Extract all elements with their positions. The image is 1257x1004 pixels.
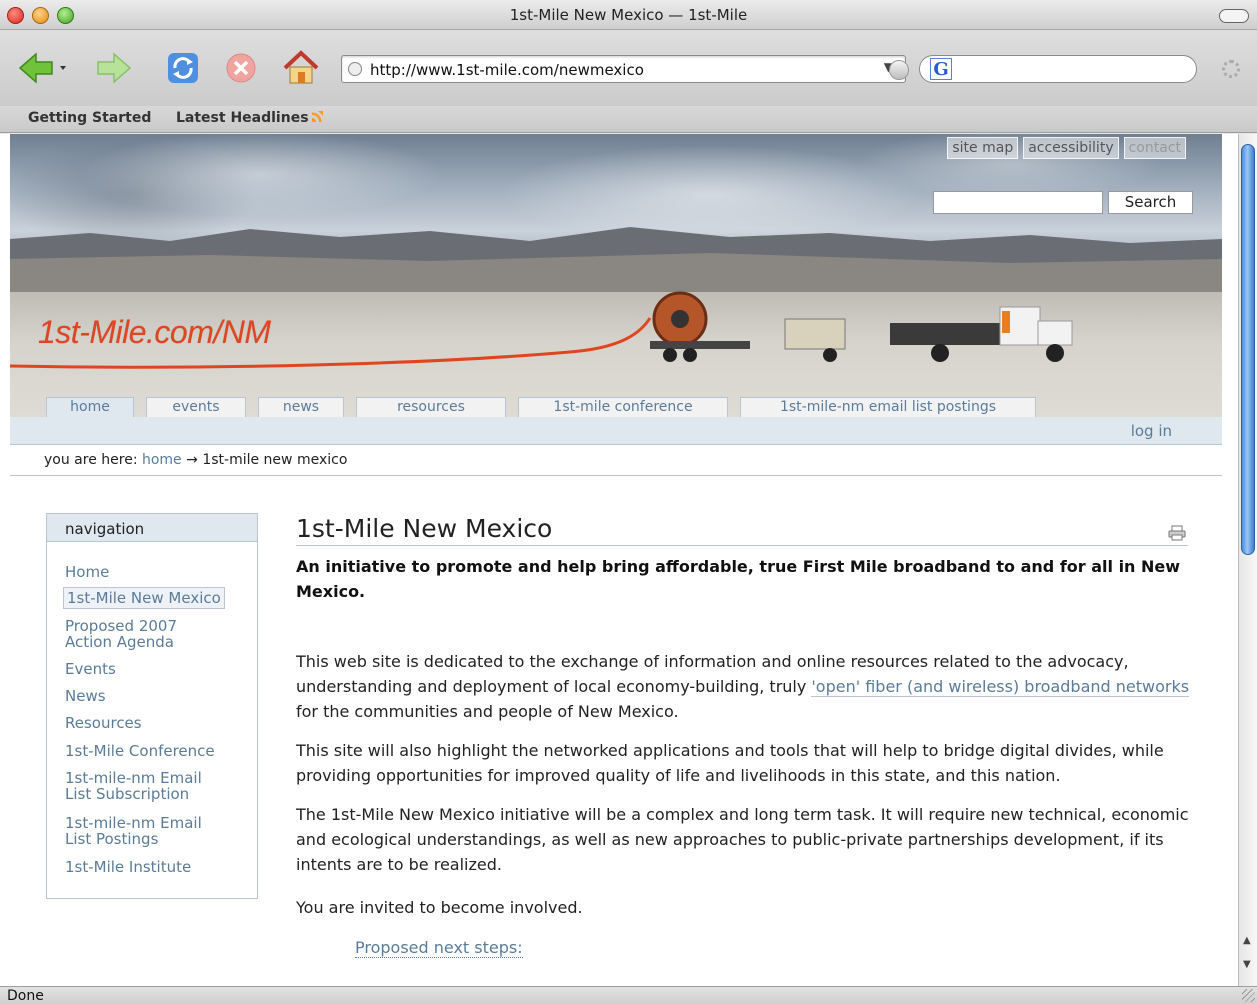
paragraph-intro-text-after: for the communities and people of New Me…	[296, 702, 679, 721]
back-arrow-icon	[18, 52, 66, 84]
home-button[interactable]	[282, 50, 319, 86]
tab-email-list-postings[interactable]: 1st-mile-nm email list postings	[740, 397, 1036, 417]
breadcrumb-prefix: you are here:	[44, 452, 138, 468]
page-title: 1st-Mile New Mexico	[296, 514, 553, 543]
scroll-up-arrow-icon[interactable]: ▲	[1243, 935, 1251, 946]
tab-1st-mile-conference[interactable]: 1st-mile conference	[518, 397, 728, 417]
paragraph-invitation: You are invited to become involved.	[296, 898, 583, 917]
bookmark-latest-headlines[interactable]: Latest Headlines	[176, 110, 323, 126]
nav-item-label-line2: List Postings	[65, 830, 159, 848]
site-search-button[interactable]: Search	[1108, 191, 1193, 214]
stop-button[interactable]	[223, 50, 259, 86]
paragraph-initiative: The 1st-Mile New Mexico initiative will …	[296, 805, 1189, 874]
nav-item-resources[interactable]: Resources	[65, 715, 142, 731]
toolbar-toggle-button[interactable]	[1219, 9, 1249, 23]
site-map-link[interactable]: site map	[947, 137, 1019, 159]
window-titlebar: 1st-Mile New Mexico — 1st-Mile	[0, 0, 1257, 30]
nav-item-label-line2: List Subscription	[65, 785, 190, 803]
scrollbar-thumb[interactable]	[1241, 144, 1255, 555]
activity-throbber-icon	[1222, 60, 1240, 78]
mountains-image	[10, 227, 1222, 299]
title-divider	[296, 545, 1188, 546]
page-viewport: 1st-Mile.com/NM site map accessibility c…	[0, 134, 1238, 986]
section-tabs: home events news resources 1st-mile conf…	[46, 397, 1048, 417]
site-search-input[interactable]	[933, 191, 1103, 214]
nav-item-1st-mile-institute[interactable]: 1st-Mile Institute	[65, 859, 191, 875]
search-bar[interactable]: G	[919, 55, 1197, 83]
breadcrumb: you are here: home → 1st-mile new mexico	[44, 452, 347, 468]
bookmarks-toolbar: Getting Started Latest Headlines	[0, 106, 1257, 133]
breadcrumb-separator: →	[186, 452, 198, 468]
proposed-next-steps-link[interactable]: Proposed next steps:	[355, 938, 523, 958]
address-bar[interactable]: http://www.1st-mile.com/newmexico ▼	[341, 55, 906, 83]
reload-button[interactable]	[165, 50, 201, 86]
open-fiber-networks-link[interactable]: 'open' fiber (and wireless) broadband ne…	[811, 677, 1190, 697]
portlet-header: navigation	[47, 514, 257, 542]
nav-item-events[interactable]: Events	[65, 661, 116, 677]
tab-news[interactable]: news	[258, 397, 344, 417]
print-icon[interactable]	[1168, 525, 1186, 541]
bookmark-getting-started[interactable]: Getting Started	[28, 110, 151, 126]
vertical-scrollbar[interactable]: ▲ ▼	[1238, 134, 1257, 986]
nav-item-email-list-postings[interactable]: 1st-mile-nm Email List Postings	[65, 815, 202, 847]
nav-item-news[interactable]: News	[65, 688, 106, 704]
nav-item-email-list-subscription[interactable]: 1st-mile-nm Email List Subscription	[65, 770, 202, 802]
breadcrumb-current: 1st-mile new mexico	[202, 452, 348, 468]
navigation-portlet: navigation Home 1st-Mile New Mexico Prop…	[46, 513, 258, 899]
contact-link[interactable]: contact	[1123, 137, 1186, 159]
breadcrumb-home-link[interactable]: home	[142, 452, 182, 468]
reload-icon	[168, 53, 198, 83]
address-text: http://www.1st-mile.com/newmexico	[370, 61, 644, 79]
nav-item-label-line1: 1st-mile-nm Email	[65, 814, 202, 832]
status-bar: Done	[0, 986, 1257, 1004]
nav-item-label-line1: Proposed 2007	[65, 617, 178, 635]
navigation-toolbar: http://www.1st-mile.com/newmexico ▼ G	[0, 30, 1257, 106]
stop-icon	[226, 53, 256, 83]
site-logo[interactable]: 1st-Mile.com/NM	[38, 314, 271, 351]
lead-paragraph: An initiative to promote and help bring …	[296, 557, 1181, 601]
tab-resources[interactable]: resources	[356, 397, 506, 417]
nav-item-home[interactable]: Home	[65, 564, 109, 580]
rss-feed-icon	[311, 111, 323, 122]
paragraph-intro: This web site is dedicated to the exchan…	[296, 649, 1191, 724]
window-title: 1st-Mile New Mexico — 1st-Mile	[509, 6, 748, 24]
bookmark-latest-headlines-label: Latest Headlines	[176, 110, 309, 126]
nav-item-label-line1: 1st-mile-nm Email	[65, 769, 202, 787]
login-link[interactable]: log in	[1131, 422, 1172, 440]
personal-bar: log in	[10, 417, 1222, 445]
tab-home[interactable]: home	[46, 397, 134, 417]
nav-item-proposed-2007-action-agenda[interactable]: Proposed 2007 Action Agenda	[65, 618, 177, 650]
site-identity-icon	[348, 62, 362, 76]
scroll-down-arrow-icon[interactable]: ▼	[1243, 959, 1251, 970]
breadcrumb-divider	[10, 475, 1222, 476]
site-actions: site map accessibility contact	[947, 137, 1186, 159]
cable-truck-image	[650, 291, 1073, 362]
paragraph-applications: This site will also highlight the networ…	[296, 741, 1164, 785]
resize-grip-icon[interactable]	[1242, 989, 1255, 1002]
accessibility-link[interactable]: accessibility	[1023, 137, 1119, 159]
nav-item-label-line2: Action Agenda	[65, 633, 174, 651]
site-banner: 1st-Mile.com/NM site map accessibility c…	[10, 134, 1222, 417]
forward-arrow-icon	[97, 52, 132, 84]
forward-button[interactable]	[96, 50, 132, 86]
home-icon	[283, 50, 319, 84]
google-icon[interactable]: G	[930, 58, 952, 80]
nav-item-1st-mile-conference[interactable]: 1st-Mile Conference	[65, 743, 215, 759]
nav-item-1st-mile-new-mexico[interactable]: 1st-Mile New Mexico	[63, 587, 225, 609]
go-button[interactable]	[889, 60, 909, 80]
back-button[interactable]	[18, 50, 66, 86]
status-text: Done	[7, 988, 44, 1004]
tab-events[interactable]: events	[146, 397, 246, 417]
